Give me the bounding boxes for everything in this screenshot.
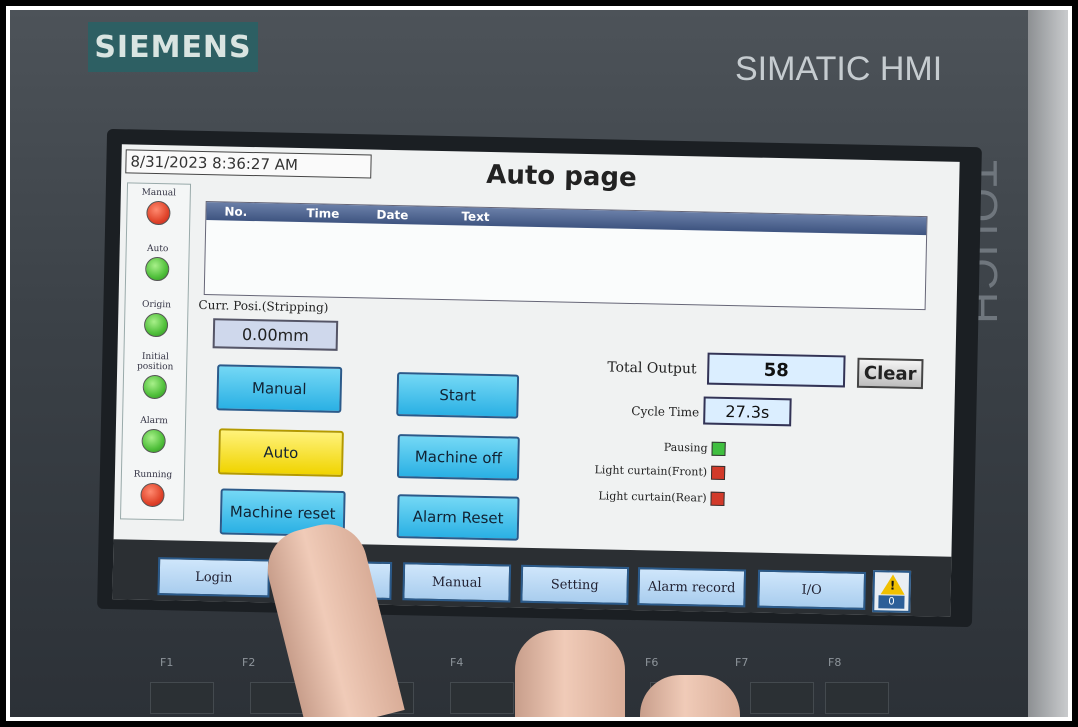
finger [515,630,625,717]
fkey-label: F6 [645,656,659,669]
nav-io-button[interactable]: I/O [757,569,867,610]
cycle-time-label: Cycle Time [631,404,700,420]
status-square-icon [710,491,725,506]
exclamation-icon: ! [889,578,896,593]
nav-alarm-record-button[interactable]: Alarm record [637,567,747,608]
indicator-label: Initial position [136,351,174,373]
col-date: Date [376,207,409,223]
indicator-label: Alarm [140,415,168,427]
indicator-auto: Auto [126,243,189,282]
fkey-label: F1 [160,656,174,669]
manual-button[interactable]: Manual [216,364,343,413]
alarm-reset-button[interactable]: Alarm Reset [396,494,520,541]
machine-off-button[interactable]: Machine off [396,434,520,481]
fkey-label: F8 [828,656,842,669]
page-title: Auto page [485,159,637,194]
indicator-label: Auto [146,243,169,255]
nav-setting-button[interactable]: Setting [520,564,630,605]
datetime-display: 8/31/2023 8:36:27 AM [125,149,372,179]
indicator-running: Running [121,469,184,508]
clear-button[interactable]: Clear [856,357,924,390]
indicator-label: Origin [141,299,172,311]
indicator-origin: Origin [125,299,188,338]
function-key[interactable] [150,682,214,714]
function-key[interactable] [450,682,514,714]
status-label: Light curtain(Front) [594,463,708,479]
position-label: Curr. Posi.(Stripping) [198,297,329,315]
nav-manual-button[interactable]: Manual [402,562,512,603]
total-output-value: 58 [706,352,846,388]
alarm-warning-button[interactable]: ! 0 [872,570,912,613]
nav-login-button[interactable]: Login [157,557,271,598]
model-label: SIMATIC HMI [735,50,943,88]
fkey-label: F7 [735,656,749,669]
col-text: Text [461,209,490,224]
alarm-count: 0 [878,595,905,609]
total-output-label: Total Output [607,359,697,378]
status-square-icon [710,465,726,480]
col-time: Time [306,206,340,221]
background-wall [1028,10,1068,717]
hmi-photo: SIEMENS SIMATIC HMI TOUCH 8/31/2023 8:36… [10,10,1068,717]
auto-button[interactable]: Auto [217,428,344,477]
status-light-curtain-front: Light curtain(Front) [594,463,726,480]
function-key[interactable] [825,682,889,714]
hmi-screen: 8/31/2023 8:36:27 AM Auto page Manual Au… [112,144,960,617]
status-light-curtain-rear: Light curtain(Rear) [598,489,725,506]
function-key[interactable] [750,682,814,714]
status-square-icon [711,441,726,456]
led-green-icon [143,312,169,338]
status-indicator-panel: Manual Auto Origin Initial position Alar… [120,182,192,521]
status-pausing: Pausing [664,441,726,456]
status-label: Light curtain(Rear) [598,489,707,505]
start-button[interactable]: Start [396,372,520,419]
screenshot-frame: SIEMENS SIMATIC HMI TOUCH 8/31/2023 8:36… [6,6,1072,721]
alarm-view[interactable]: No. Time Date Text [203,201,928,311]
col-no: No. [224,204,248,219]
indicator-manual: Manual [127,187,190,226]
status-label: Pausing [663,440,708,455]
indicator-alarm: Alarm [122,415,185,454]
alarm-table-header: No. Time Date Text [206,202,927,236]
brand-logo: SIEMENS [88,22,258,72]
fkey-label: F4 [450,656,464,669]
position-value: 0.00mm [212,318,339,351]
led-red-icon [140,482,165,508]
status-list: Pausing Light curtain(Front) Light curta… [554,438,726,512]
indicator-label: Manual [141,187,177,199]
indicator-initial-position: Initial position [124,351,187,400]
cycle-time-value: 27.3s [703,396,792,427]
indicator-label: Running [133,469,173,481]
fkey-label: F2 [242,656,256,669]
led-red-icon [146,200,171,226]
led-green-icon [142,374,168,400]
led-green-icon [145,256,170,282]
led-green-icon [141,428,166,454]
